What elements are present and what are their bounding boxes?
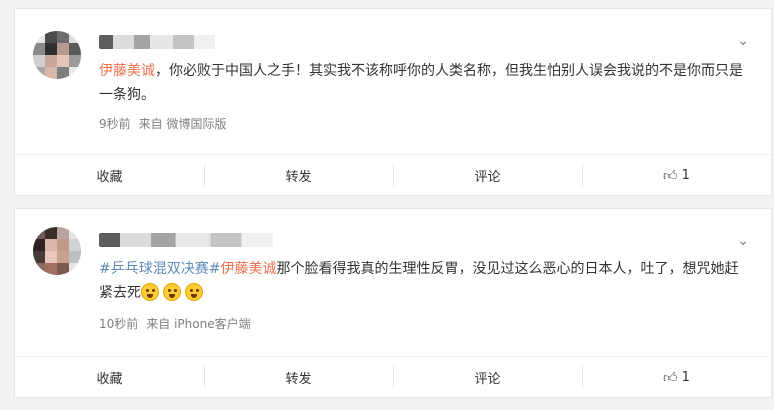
post-body: ，你必败于中国人之手！其实我不该称呼你的人类名称，但我生怕别人误会我说的不是你而…: [99, 63, 743, 103]
post-text: #乒乓球混双决赛#伊藤美诚那个脸看得我真的生理性反胃，没见过这么恶心的日本人，吐…: [99, 257, 749, 305]
like-count: 1: [681, 167, 690, 183]
like-button[interactable]: 👍︎ 1: [582, 155, 771, 195]
weibo-post-card: ⌄ #乒乓球混双决赛#伊藤美诚那个脸看得我真的生理性反胃，没见过这么恶心的日本人…: [14, 208, 772, 398]
repost-button[interactable]: 转发: [204, 357, 393, 397]
topic-link[interactable]: #乒乓球混双决赛#: [99, 261, 220, 277]
like-count: 1: [681, 369, 690, 385]
post-source: 来自 iPhone客户端: [146, 317, 251, 331]
scream-emoji-icon: [185, 283, 203, 301]
avatar-mosaic: [33, 31, 81, 79]
post-time[interactable]: 9秒前: [99, 117, 131, 131]
weibo-post-card: ⌄ 伊藤美诚，你必败于中国人之手！其实我不该称呼你的人类名称，但我生怕别人误会我…: [14, 8, 772, 196]
avatar[interactable]: [33, 31, 81, 79]
like-button[interactable]: 👍︎ 1: [582, 357, 771, 397]
mention-link[interactable]: 伊藤美诚: [99, 63, 155, 79]
repost-label: 转发: [285, 169, 312, 185]
post-text: 伊藤美诚，你必败于中国人之手！其实我不该称呼你的人类名称，但我生怕别人误会我说的…: [99, 59, 749, 107]
scream-emoji-icon: [141, 283, 159, 301]
chevron-down-icon[interactable]: ⌄: [735, 33, 751, 49]
action-bar: 收藏 转发 评论 👍︎ 1: [15, 154, 771, 195]
avatar[interactable]: [33, 227, 81, 275]
favorite-button[interactable]: 收藏: [15, 357, 204, 397]
avatar-mosaic: [33, 227, 81, 275]
repost-label: 转发: [285, 371, 312, 387]
post-source: 来自 微博国际版: [138, 117, 227, 131]
mention-link[interactable]: 伊藤美诚: [220, 261, 276, 277]
post-time[interactable]: 10秒前: [99, 317, 138, 331]
chevron-down-icon[interactable]: ⌄: [735, 233, 751, 249]
post-meta: 10秒前 来自 iPhone客户端: [99, 315, 259, 332]
comment-label: 评论: [474, 169, 501, 185]
comment-button[interactable]: 评论: [393, 155, 582, 195]
thumbs-up-icon: 👍︎: [663, 167, 678, 184]
username-blurred[interactable]: [99, 35, 215, 49]
scream-emoji-icon: [163, 283, 181, 301]
repost-button[interactable]: 转发: [204, 155, 393, 195]
post-meta: 9秒前 来自 微博国际版: [99, 115, 234, 132]
favorite-label: 收藏: [96, 169, 123, 185]
action-bar: 收藏 转发 评论 👍︎ 1: [15, 356, 771, 397]
favorite-button[interactable]: 收藏: [15, 155, 204, 195]
username-blurred[interactable]: [99, 233, 273, 247]
favorite-label: 收藏: [96, 371, 123, 387]
comment-button[interactable]: 评论: [393, 357, 582, 397]
comment-label: 评论: [474, 371, 501, 387]
thumbs-up-icon: 👍︎: [663, 369, 678, 386]
